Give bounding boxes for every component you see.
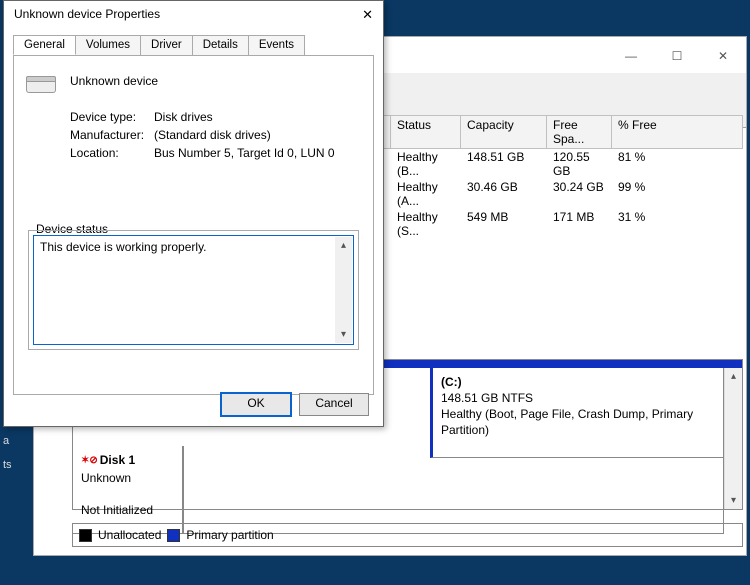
swatch-unallocated-icon — [79, 529, 92, 542]
tab-details[interactable]: Details — [192, 35, 249, 55]
value-device-type: Disk drives — [154, 110, 213, 124]
disk1-header[interactable]: ✶⊘Disk 1 Unknown Not Initialized — [73, 446, 183, 534]
table-row[interactable]: Healthy (A... 30.46 GB 30.24 GB 99 % — [361, 179, 743, 209]
device-name: Unknown device — [70, 74, 359, 88]
device-status-text[interactable]: This device is working properly. ▴ ▾ — [33, 235, 354, 345]
background-text: ats — [0, 435, 36, 485]
tab-bar: General Volumes Driver Details Events — [13, 35, 374, 55]
scroll-up-icon[interactable]: ▴ — [725, 368, 742, 385]
legend-label: Primary partition — [186, 528, 273, 542]
legend: Unallocated Primary partition — [72, 523, 743, 547]
partition-status: Healthy (Boot, Page File, Crash Dump, Pr… — [441, 407, 693, 437]
close-icon[interactable]: ✕ — [362, 7, 373, 23]
partition-name: (C:) — [441, 375, 462, 389]
value-location: Bus Number 5, Target Id 0, LUN 0 — [154, 146, 335, 160]
col-header[interactable]: Capacity — [461, 115, 547, 149]
label-location: Location: — [70, 146, 154, 160]
dialog-title: Unknown device Properties — [14, 7, 160, 23]
col-header[interactable]: Free Spa... — [547, 115, 612, 149]
scrollbar-vertical[interactable]: ▴ ▾ — [724, 368, 742, 509]
cell-capacity: 148.51 GB — [461, 149, 547, 179]
tab-events[interactable]: Events — [248, 35, 305, 55]
cell-free: 30.24 GB — [547, 179, 612, 209]
status-text-value: This device is working properly. — [40, 240, 207, 254]
scrollbar-vertical[interactable]: ▴ ▾ — [335, 237, 352, 343]
label-manufacturer: Manufacturer: — [70, 128, 154, 142]
tab-pane-general: Unknown device Device type:Disk drives M… — [13, 55, 374, 395]
partition-c[interactable]: (C:) 148.51 GB NTFS Healthy (Boot, Page … — [430, 368, 724, 458]
disk1-space[interactable] — [183, 446, 724, 534]
col-header[interactable]: % Free — [612, 115, 743, 149]
disk-type: Unknown — [81, 471, 131, 485]
close-button[interactable]: ✕ — [700, 45, 746, 67]
device-status-group: This device is working properly. ▴ ▾ — [28, 230, 359, 350]
volume-table: em Status Capacity Free Spa... % Free He… — [361, 115, 743, 239]
scroll-up-icon[interactable]: ▴ — [335, 237, 352, 254]
legend-label: Unallocated — [98, 528, 161, 542]
cell-free: 120.55 GB — [547, 149, 612, 179]
properties-dialog: Unknown device Properties ✕ General Volu… — [3, 0, 384, 427]
minimize-button[interactable]: — — [608, 45, 654, 67]
disk-state: Not Initialized — [81, 503, 153, 517]
cell-pct: 31 % — [612, 209, 743, 239]
table-row[interactable]: Healthy (S... 549 MB 171 MB 31 % — [361, 209, 743, 239]
cell-capacity: 549 MB — [461, 209, 547, 239]
label-device-type: Device type: — [70, 110, 154, 124]
cell-status: Healthy (B... — [391, 149, 461, 179]
maximize-button[interactable]: ☐ — [654, 45, 700, 67]
tab-volumes[interactable]: Volumes — [75, 35, 141, 55]
swatch-primary-icon — [167, 529, 180, 542]
cell-pct: 81 % — [612, 149, 743, 179]
disk-drive-icon — [26, 76, 54, 96]
cell-capacity: 30.46 GB — [461, 179, 547, 209]
cancel-button[interactable]: Cancel — [299, 393, 369, 416]
tab-general[interactable]: General — [13, 35, 76, 55]
cell-pct: 99 % — [612, 179, 743, 209]
disk-name: Disk 1 — [100, 453, 135, 467]
scroll-down-icon[interactable]: ▾ — [335, 326, 352, 343]
cell-status: Healthy (A... — [391, 179, 461, 209]
col-header[interactable]: Status — [391, 115, 461, 149]
scroll-down-icon[interactable]: ▾ — [725, 492, 742, 509]
window-controls: — ☐ ✕ — [608, 45, 746, 67]
value-manufacturer: (Standard disk drives) — [154, 128, 271, 142]
tab-driver[interactable]: Driver — [140, 35, 193, 55]
cell-status: Healthy (S... — [391, 209, 461, 239]
ok-button[interactable]: OK — [221, 393, 291, 416]
partition-size: 148.51 GB NTFS — [441, 391, 533, 405]
cell-free: 171 MB — [547, 209, 612, 239]
table-row[interactable]: Healthy (B... 148.51 GB 120.55 GB 81 % — [361, 149, 743, 179]
error-icon: ✶⊘ — [81, 455, 98, 466]
